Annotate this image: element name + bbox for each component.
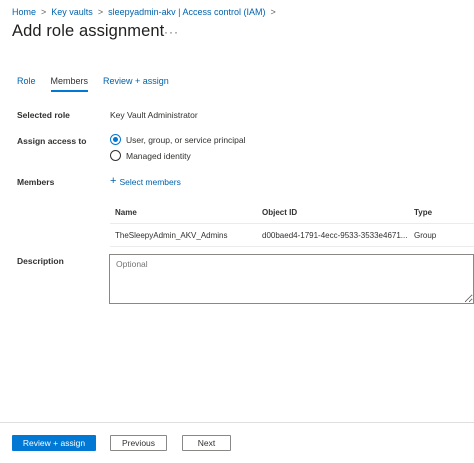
description-label: Description	[17, 256, 64, 266]
breadcrumb-access-control[interactable]: sleepyadmin-akv | Access control (IAM)	[108, 7, 265, 17]
members-table: Name Object ID Type TheSleepyAdmin_AKV_A…	[110, 201, 474, 247]
chevron-right-icon: >	[270, 7, 276, 17]
radio-label: User, group, or service principal	[126, 134, 246, 145]
member-object-id: d00baed4-1791-4ecc-9533-3533e4671...	[262, 230, 408, 240]
wizard-tabs: Role Members Review + assign	[17, 76, 184, 92]
tab-review-assign[interactable]: Review + assign	[103, 76, 169, 92]
breadcrumb: Home > Key vaults > sleepyadmin-akv | Ac…	[12, 7, 281, 17]
radio-user-group-sp[interactable]: User, group, or service principal	[110, 134, 246, 145]
breadcrumb-key-vaults[interactable]: Key vaults	[51, 7, 93, 17]
chevron-right-icon: >	[41, 7, 47, 17]
radio-label: Managed identity	[126, 150, 191, 161]
radio-managed-identity[interactable]: Managed identity	[110, 150, 191, 161]
selected-role-label: Selected role	[17, 110, 70, 120]
selected-role-value: Key Vault Administrator	[110, 110, 198, 120]
next-button[interactable]: Next	[182, 435, 231, 451]
members-label: Members	[17, 177, 55, 187]
review-assign-button[interactable]: Review + assign	[12, 435, 96, 451]
column-header-object-id: Object ID	[262, 207, 298, 217]
previous-button[interactable]: Previous	[110, 435, 167, 451]
select-members-label: Select members	[119, 176, 181, 187]
description-textarea[interactable]	[109, 254, 474, 304]
page-title: Add role assignment	[12, 22, 165, 40]
tab-role[interactable]: Role	[17, 76, 36, 92]
tab-members[interactable]: Members	[50, 76, 88, 92]
member-type: Group	[414, 230, 437, 240]
plus-icon: +	[110, 175, 117, 187]
radio-button[interactable]	[110, 150, 121, 161]
chevron-right-icon: >	[97, 7, 104, 17]
more-options-icon[interactable]: ···	[164, 25, 179, 39]
table-header: Name Object ID Type	[110, 201, 474, 224]
column-header-type: Type	[414, 207, 433, 217]
member-name: TheSleepyAdmin_AKV_Admins	[115, 230, 228, 240]
select-members-link[interactable]: + Select members	[110, 176, 181, 187]
assign-access-label: Assign access to	[17, 136, 87, 146]
radio-button-checked[interactable]	[110, 134, 121, 145]
table-row[interactable]: TheSleepyAdmin_AKV_Admins d00baed4-1791-…	[110, 224, 474, 247]
footer-divider	[0, 422, 474, 423]
column-header-name: Name	[115, 207, 137, 217]
breadcrumb-home[interactable]: Home	[12, 7, 36, 17]
